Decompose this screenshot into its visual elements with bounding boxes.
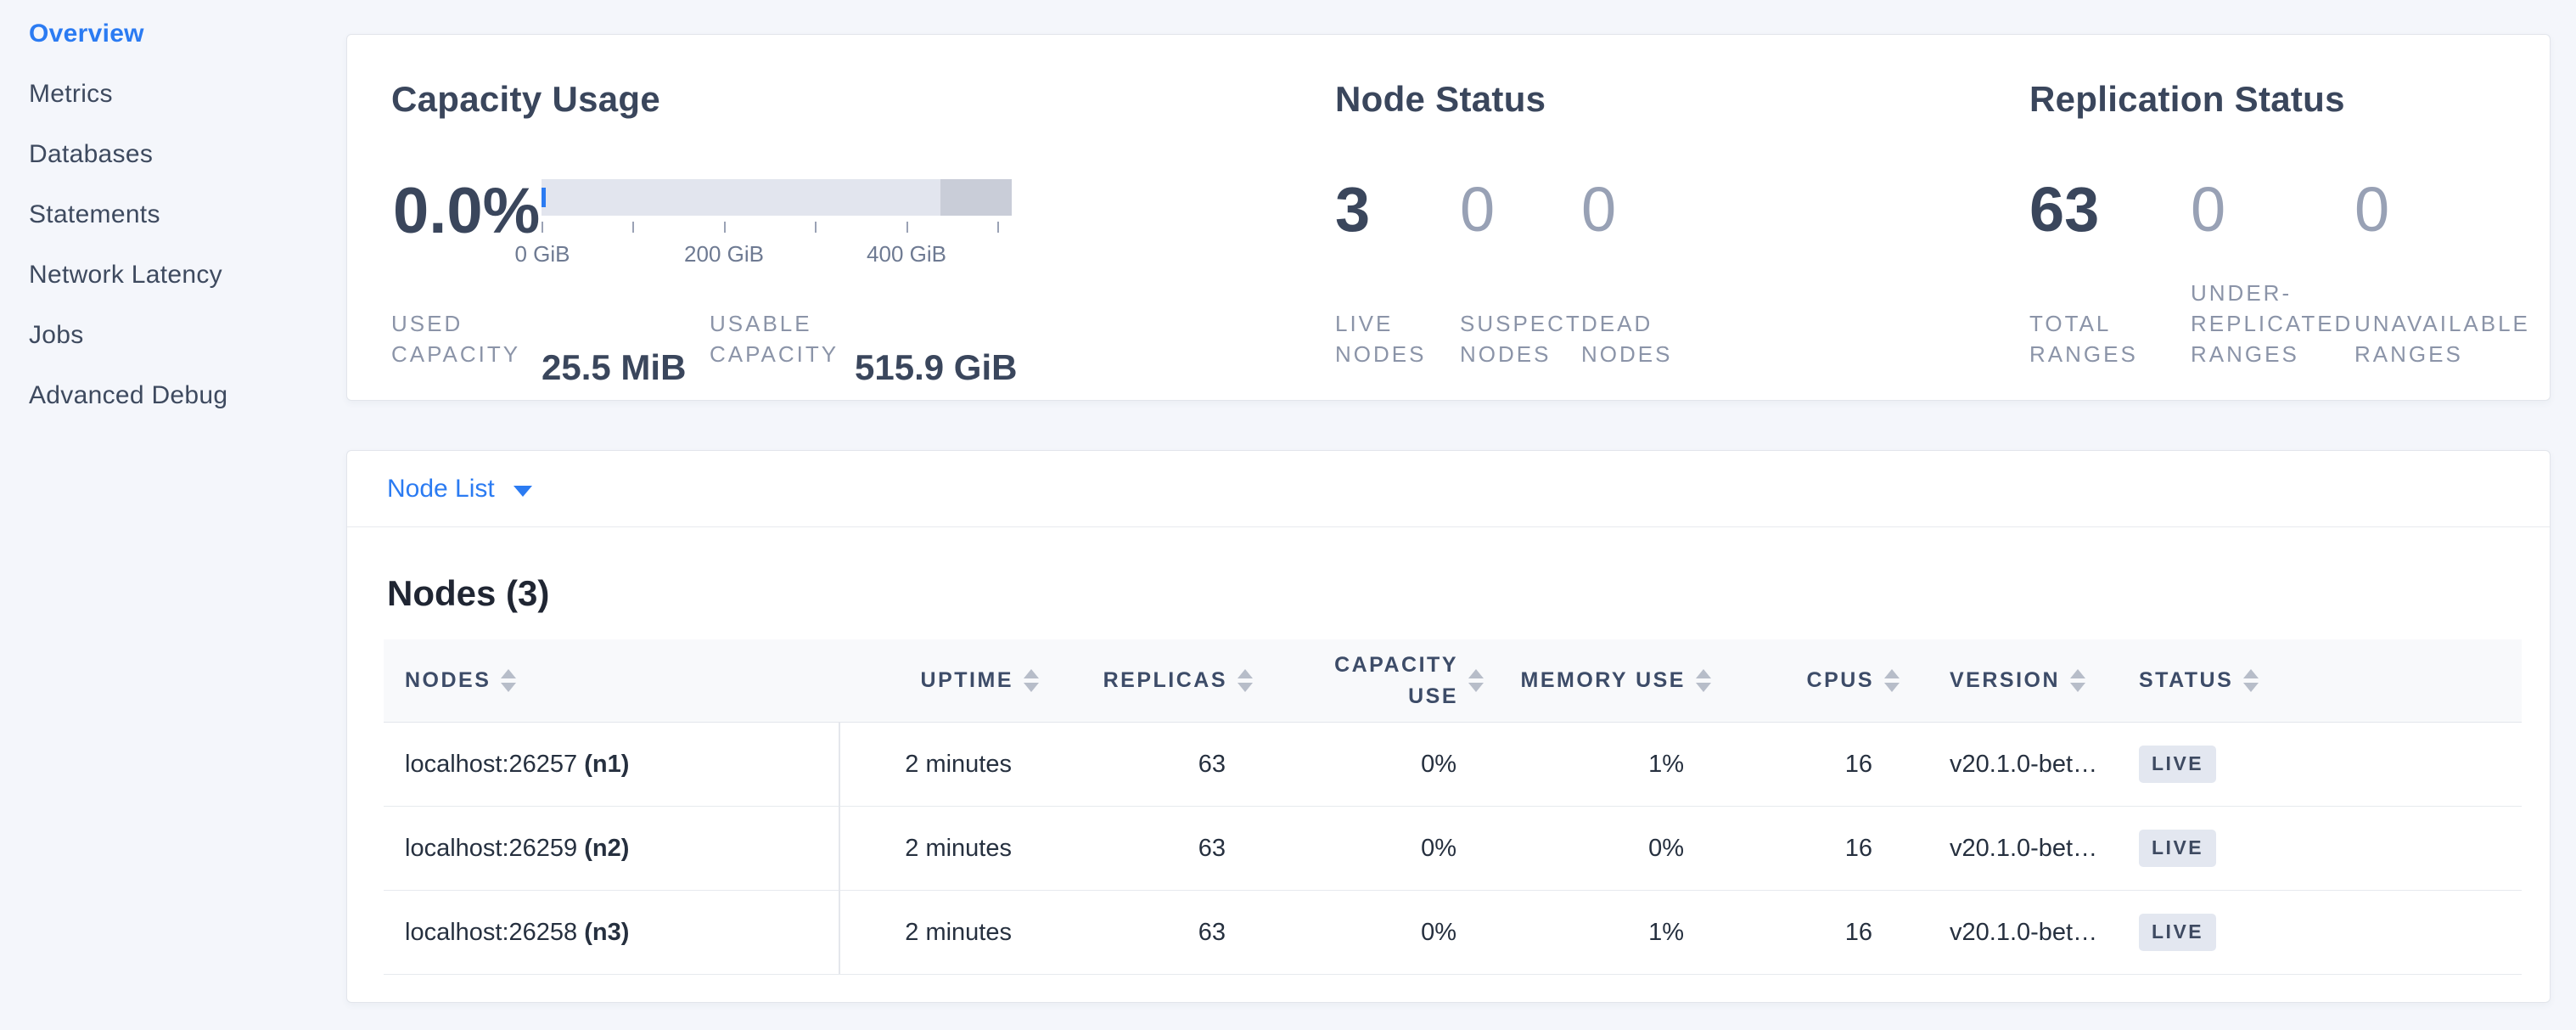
node-status-title: Node Status — [1335, 79, 1546, 120]
capacity-used-percent: 0.0% — [393, 179, 540, 244]
table-row: localhost:26258 (n3) 2 minutes 63 0% 1% … — [384, 891, 2522, 975]
node-replicas: 63 — [1049, 919, 1263, 947]
node-version: v20.1.0-bet… — [1910, 751, 2124, 779]
usable-capacity-label: USABLECAPACITY — [710, 308, 839, 369]
dead-nodes-count: 0 — [1581, 177, 1616, 242]
node-address-link[interactable]: localhost:26258 (n3) — [384, 919, 839, 947]
sort-icon — [501, 669, 516, 692]
unavailable-ranges-count: 0 — [2354, 177, 2389, 242]
suspect-nodes-label: SUSPECTNODES — [1460, 308, 1582, 369]
column-header-capacity-use[interactable]: CAPACITY USE — [1263, 650, 1494, 712]
capacity-gauge-track — [542, 179, 1012, 216]
node-memory-use: 1% — [1494, 751, 1721, 779]
node-list-dropdown-label: Node List — [387, 475, 495, 504]
capacity-usage-title: Capacity Usage — [391, 79, 660, 120]
capacity-gauge-ticks — [542, 222, 1012, 233]
node-address-link[interactable]: localhost:26257 (n1) — [384, 751, 839, 779]
sort-icon — [1024, 669, 1039, 692]
sidebar-item-databases[interactable]: Databases — [29, 142, 334, 167]
sort-icon — [2070, 669, 2085, 692]
node-address-link[interactable]: localhost:26259 (n2) — [384, 835, 839, 863]
axis-tick-label: 0 GiB — [514, 241, 570, 267]
node-version: v20.1.0-bet… — [1910, 835, 2124, 863]
node-list-card: Node List Nodes (3) NODES UPTIME REPLICA… — [346, 450, 2551, 1003]
total-ranges-label: TOTALRANGES — [2029, 308, 2138, 369]
sidebar-item-metrics[interactable]: Metrics — [29, 82, 334, 107]
used-capacity-label: USEDCAPACITY — [391, 308, 520, 369]
node-replicas: 63 — [1049, 751, 1263, 779]
table-row: localhost:26259 (n2) 2 minutes 63 0% 0% … — [384, 807, 2522, 891]
node-cpus: 16 — [1721, 919, 1910, 947]
node-uptime: 2 minutes — [839, 835, 1049, 863]
sort-icon — [1237, 669, 1253, 692]
status-badge: LIVE — [2139, 830, 2216, 867]
capacity-gauge-chart: 0 GiB 200 GiB 400 GiB — [542, 179, 1012, 267]
used-capacity-value: 25.5 MiB — [542, 347, 686, 388]
column-header-cpus[interactable]: CPUS — [1721, 668, 1910, 693]
status-badge: LIVE — [2139, 914, 2216, 951]
live-nodes-label: LIVENODES — [1335, 308, 1426, 369]
replication-status-title: Replication Status — [2029, 79, 2345, 120]
under-replicated-ranges-label: UNDER-REPLICATEDRANGES — [2191, 278, 2353, 369]
capacity-gauge-axis: 0 GiB 200 GiB 400 GiB — [542, 241, 1012, 267]
axis-tick-label: 400 GiB — [867, 241, 946, 267]
capacity-gauge-other-segment — [940, 179, 1012, 216]
cluster-summary-card: Capacity Usage 0.0% 0 GiB 200 GiB 400 Gi… — [346, 34, 2551, 401]
node-replicas: 63 — [1049, 835, 1263, 863]
dead-nodes-label: DEADNODES — [1581, 308, 1672, 369]
sort-icon — [2243, 669, 2259, 692]
node-status-cell: LIVE — [2124, 746, 2522, 783]
sidebar-item-advanced-debug[interactable]: Advanced Debug — [29, 383, 334, 408]
node-version: v20.1.0-bet… — [1910, 919, 2124, 947]
column-divider — [839, 723, 840, 974]
node-cpus: 16 — [1721, 751, 1910, 779]
column-header-memory-use[interactable]: MEMORY USE — [1494, 668, 1721, 693]
suspect-nodes-count: 0 — [1460, 177, 1495, 242]
nodes-heading: Nodes (3) — [387, 573, 549, 614]
node-list-dropdown[interactable]: Node List — [387, 475, 532, 504]
total-ranges-count: 63 — [2029, 177, 2099, 242]
node-capacity-use: 0% — [1263, 751, 1494, 779]
nodes-table-header: NODES UPTIME REPLICAS CAPACITY USE MEMOR… — [384, 639, 2522, 723]
sort-icon — [1884, 669, 1900, 692]
node-memory-use: 1% — [1494, 919, 1721, 947]
nodes-table: NODES UPTIME REPLICAS CAPACITY USE MEMOR… — [384, 639, 2522, 975]
sort-icon — [1468, 669, 1484, 692]
node-capacity-use: 0% — [1263, 919, 1494, 947]
sidebar-item-statements[interactable]: Statements — [29, 202, 334, 228]
chevron-down-icon — [514, 486, 532, 497]
sort-icon — [1696, 669, 1711, 692]
node-capacity-use: 0% — [1263, 835, 1494, 863]
node-uptime: 2 minutes — [839, 919, 1049, 947]
column-header-replicas[interactable]: REPLICAS — [1049, 668, 1263, 693]
sidebar-item-jobs[interactable]: Jobs — [29, 323, 334, 348]
node-memory-use: 0% — [1494, 835, 1721, 863]
node-cpus: 16 — [1721, 835, 1910, 863]
sidebar-item-network-latency[interactable]: Network Latency — [29, 262, 334, 288]
node-status-cell: LIVE — [2124, 830, 2522, 867]
live-nodes-count: 3 — [1335, 177, 1370, 242]
axis-tick-label: 200 GiB — [684, 241, 764, 267]
status-badge: LIVE — [2139, 746, 2216, 783]
nodes-table-body: localhost:26257 (n1) 2 minutes 63 0% 1% … — [384, 723, 2522, 975]
column-header-uptime[interactable]: UPTIME — [839, 668, 1049, 693]
usable-capacity-value: 515.9 GiB — [855, 347, 1017, 388]
node-uptime: 2 minutes — [839, 751, 1049, 779]
capacity-gauge-used-segment — [542, 188, 546, 207]
column-header-nodes[interactable]: NODES — [384, 668, 839, 693]
table-row: localhost:26257 (n1) 2 minutes 63 0% 1% … — [384, 723, 2522, 807]
column-header-version[interactable]: VERSION — [1910, 668, 2124, 693]
sidebar-item-overview[interactable]: Overview — [29, 21, 334, 47]
sidebar: Overview Metrics Databases Statements Ne… — [29, 21, 334, 443]
under-replicated-ranges-count: 0 — [2191, 177, 2225, 242]
unavailable-ranges-label: UNAVAILABLERANGES — [2354, 308, 2530, 369]
view-selector-row: Node List — [347, 451, 2550, 527]
node-status-cell: LIVE — [2124, 914, 2522, 951]
column-header-status[interactable]: STATUS — [2124, 668, 2522, 693]
